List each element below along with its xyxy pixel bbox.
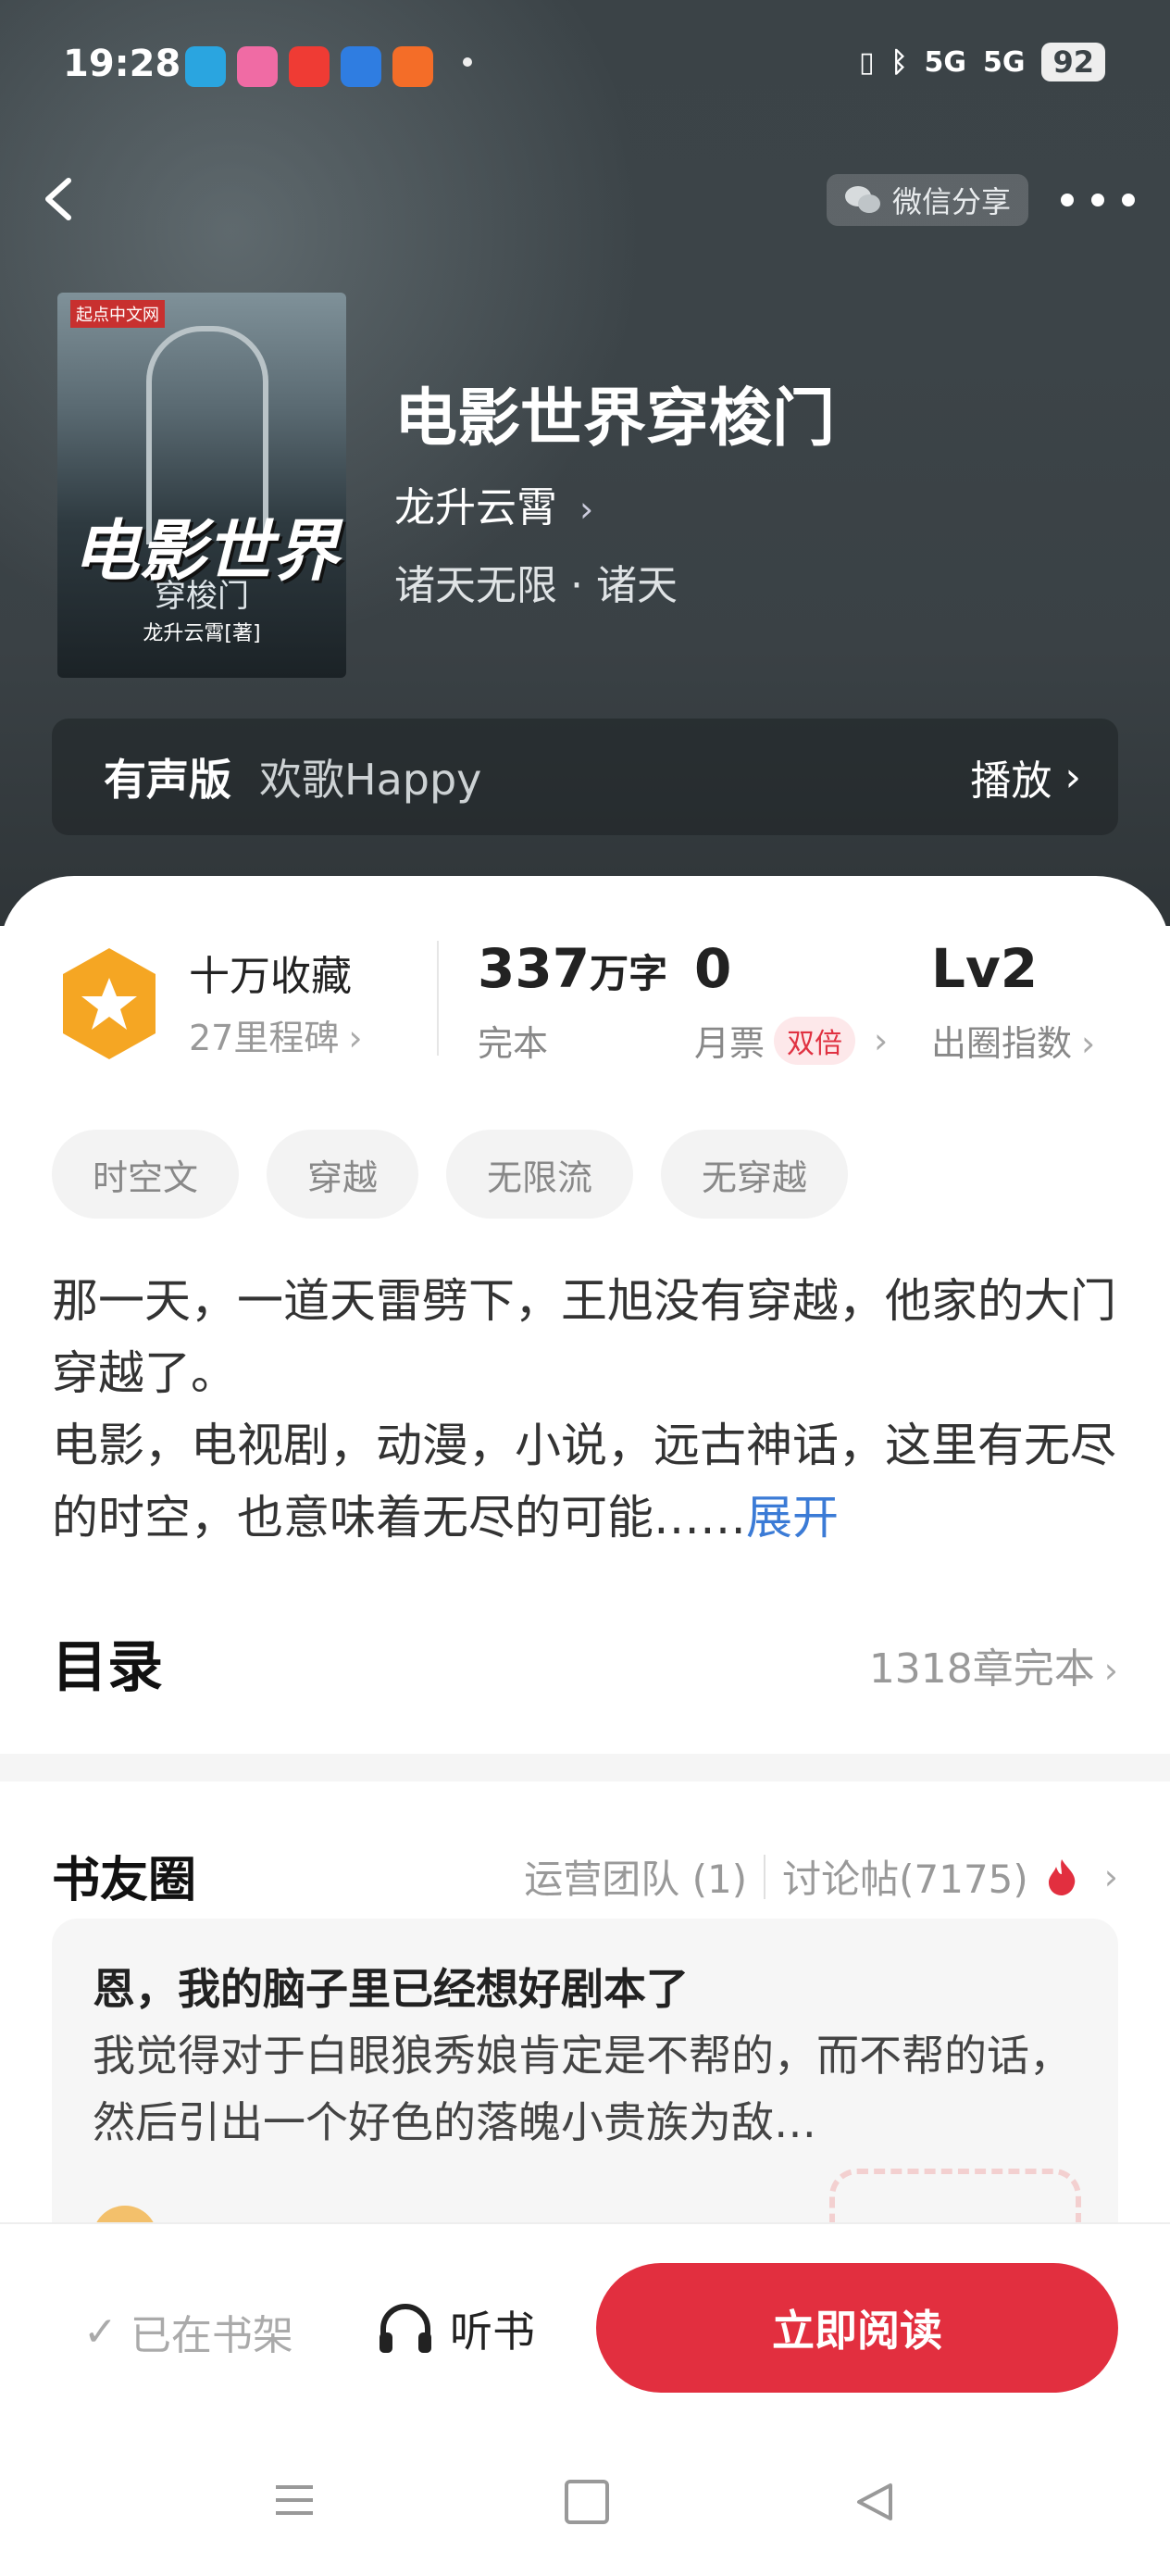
star-medal-icon bbox=[63, 948, 156, 1059]
more-menu-icon[interactable] bbox=[1061, 181, 1135, 219]
author-link[interactable]: 龙升云霄 › bbox=[394, 474, 593, 533]
cover-author: 龙升云霄[著] bbox=[143, 622, 261, 645]
book-status: 完本 bbox=[478, 1023, 549, 1064]
video-icon bbox=[289, 46, 330, 87]
listen-button[interactable]: 听书 bbox=[376, 2298, 535, 2359]
chevron-right-icon: › bbox=[1103, 1650, 1118, 1691]
divider bbox=[437, 941, 439, 1056]
popularity-label: 出圈指数 bbox=[931, 1023, 1073, 1064]
on-shelf-button[interactable]: ✓ 已在书架 bbox=[83, 2302, 293, 2361]
listen-label: 听书 bbox=[450, 2307, 535, 2357]
vibrate-icon: ▯ bbox=[858, 45, 875, 79]
tag-chip[interactable]: 无穿越 bbox=[661, 1130, 849, 1219]
cover-subtitle: 穿梭门 bbox=[155, 578, 249, 615]
word-count: 337万字 bbox=[478, 937, 667, 1000]
section-divider bbox=[0, 1754, 1170, 1782]
tag-list: 时空文 穿越 无限流 无穿越 bbox=[52, 1130, 849, 1219]
taobao-icon bbox=[392, 46, 433, 87]
monthly-votes-link[interactable]: 月票 双倍 › bbox=[694, 1015, 888, 1066]
reader-circle-links[interactable]: 运营团队 (1) 讨论帖(7175) › bbox=[524, 1848, 1118, 1905]
back-triangle-icon[interactable] bbox=[853, 2482, 894, 2522]
monthly-votes-label: 月票 bbox=[694, 1023, 765, 1064]
wechat-icon bbox=[844, 186, 880, 213]
team-link[interactable]: 运营团队 (1) bbox=[524, 1848, 747, 1905]
status-time: 19:28 bbox=[63, 43, 181, 85]
tag-chip[interactable]: 穿越 bbox=[267, 1130, 419, 1219]
chevron-right-icon: › bbox=[1103, 1856, 1118, 1897]
chevron-right-icon: › bbox=[1064, 753, 1081, 801]
menu-icon[interactable] bbox=[274, 2482, 315, 2519]
book-description[interactable]: 那一天，一道天雷劈下，王旭没有穿越，他家的大门穿越了。 电影，电视剧，动漫，小说… bbox=[52, 1265, 1126, 1554]
more-notifications-dot bbox=[463, 57, 472, 67]
chevron-right-icon: › bbox=[874, 1019, 889, 1061]
popularity-link[interactable]: 出圈指数 › bbox=[931, 1015, 1095, 1066]
book-header: 19:28 ▯ ᛒ 5G 5G 92 微信分享 起点中文网 电影世界 穿梭门 龙… bbox=[0, 0, 1170, 926]
system-nav-bar bbox=[0, 2454, 1170, 2556]
featured-post[interactable]: 恩，我的脑子里已经想好剧本了 我觉得对于白眼狼秀娘肯定是不帮的，而不帮的话，然后… bbox=[52, 1919, 1118, 2252]
description-line: 那一天，一道天雷劈下，王旭没有穿越，他家的大门穿越了。 bbox=[52, 1274, 1116, 1400]
monthly-votes-value: 0 bbox=[694, 937, 732, 1000]
popularity-level: Lv2 bbox=[931, 937, 1039, 1000]
status-bar: 19:28 ▯ ᛒ 5G 5G 92 bbox=[0, 37, 1170, 102]
chevron-right-icon: › bbox=[348, 1018, 363, 1058]
post-title: 恩，我的脑子里已经想好剧本了 bbox=[93, 1964, 689, 2014]
share-label: 微信分享 bbox=[891, 184, 1011, 219]
book-genre: 诸天无限 · 诸天 bbox=[394, 562, 678, 609]
play-label: 播放 bbox=[970, 757, 1052, 805]
wallet-icon bbox=[341, 46, 381, 87]
audio-narrator: 欢歌Happy bbox=[259, 755, 482, 805]
word-count-value: 337 bbox=[478, 937, 591, 1000]
chapter-count: 1318章完本 bbox=[868, 1645, 1095, 1693]
tag-chip[interactable]: 时空文 bbox=[52, 1130, 240, 1219]
cover-brand: 起点中文网 bbox=[70, 300, 165, 328]
reader-circle-title: 书友圈 bbox=[52, 1853, 197, 1908]
audio-label: 有声版 bbox=[104, 755, 231, 805]
back-arrow-icon[interactable] bbox=[35, 171, 91, 227]
divider bbox=[764, 1854, 766, 1899]
word-count-unit: 万字 bbox=[590, 951, 668, 996]
system-status: ▯ ᛒ 5G 5G 92 bbox=[859, 43, 1105, 81]
posts-link[interactable]: 讨论帖(7175) bbox=[782, 1848, 1028, 1905]
expand-link[interactable]: 展开 bbox=[746, 1491, 839, 1544]
author-name: 龙升云霄 bbox=[394, 484, 557, 531]
chevron-right-icon: › bbox=[1081, 1023, 1096, 1064]
play-button[interactable]: 播放 › bbox=[970, 747, 1081, 807]
collection-milestone: 十万收藏 bbox=[189, 953, 352, 1000]
signal-5g-icon-2: 5G bbox=[982, 45, 1026, 79]
toc-title: 目录 bbox=[52, 1635, 163, 1700]
battery-indicator: 92 bbox=[1041, 43, 1105, 81]
on-shelf-label: 已在书架 bbox=[130, 2312, 293, 2359]
fire-icon bbox=[1048, 1858, 1076, 1895]
description-text: 电影，电视剧，动漫，小说，远古神话，这里有无尽的时空，也意味着无尽的可能…… bbox=[52, 1419, 1116, 1544]
bilibili-icon bbox=[237, 46, 278, 87]
milestone-link[interactable]: 27里程碑 › bbox=[189, 1009, 363, 1060]
chevron-right-icon: › bbox=[579, 489, 594, 530]
home-icon[interactable] bbox=[565, 2480, 609, 2524]
signal-5g-icon: 5G bbox=[924, 45, 966, 79]
check-icon: ✓ bbox=[83, 2307, 118, 2356]
book-title: 电影世界穿梭门 bbox=[394, 381, 836, 456]
toc-link[interactable]: 1318章完本 › bbox=[869, 1635, 1118, 1694]
book-cover[interactable]: 起点中文网 电影世界 穿梭门 龙升云霄[著] bbox=[57, 293, 346, 678]
post-body: 我觉得对于白眼狼秀娘肯定是不帮的，而不帮的话，然后引出一个好色的落魄小贵族为敌… bbox=[93, 2031, 1072, 2147]
description-line-2: 电影，电视剧，动漫，小说，远古神话，这里有无尽的时空，也意味着无尽的可能……展开 bbox=[52, 1409, 1126, 1554]
wechat-share-button[interactable]: 微信分享 bbox=[827, 174, 1028, 226]
headphones-icon bbox=[380, 2304, 431, 2353]
tag-chip[interactable]: 无限流 bbox=[446, 1130, 634, 1219]
notification-icons bbox=[185, 46, 433, 87]
telegram-icon bbox=[185, 46, 226, 87]
read-now-button[interactable]: 立即阅读 bbox=[596, 2263, 1118, 2393]
audiobook-bar[interactable]: 有声版 欢歌Happy 播放 › bbox=[52, 719, 1118, 835]
double-badge: 双倍 bbox=[774, 1016, 856, 1065]
bluetooth-icon: ᛒ bbox=[890, 45, 908, 79]
milestone-label: 27里程碑 bbox=[189, 1018, 340, 1058]
